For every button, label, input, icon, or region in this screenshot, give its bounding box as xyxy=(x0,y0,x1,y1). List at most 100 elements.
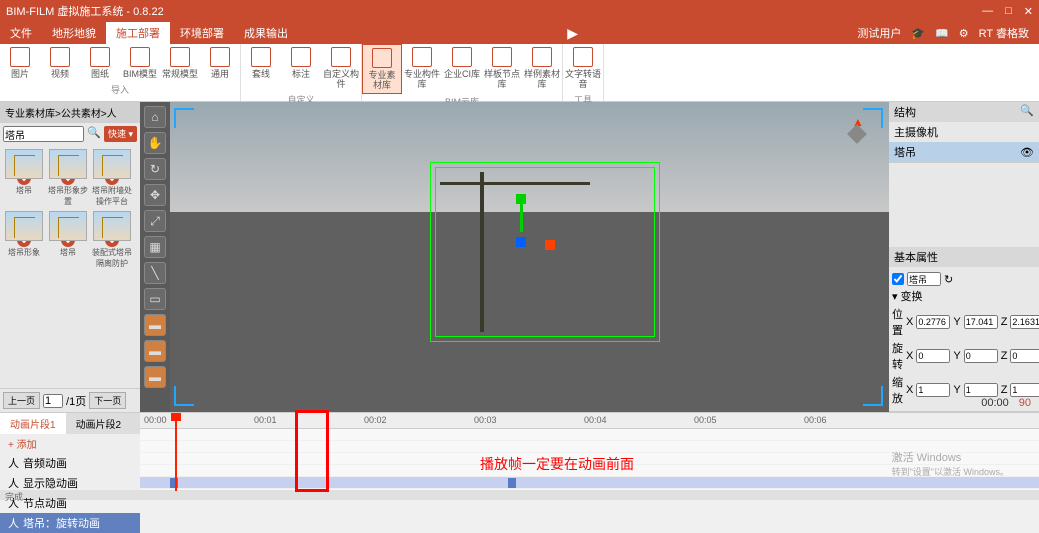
annotation-text: 播放帧一定要在动画前面 xyxy=(480,454,634,474)
page-input[interactable] xyxy=(43,394,63,408)
tree-item-crane[interactable]: 塔吊👁 xyxy=(889,142,1039,162)
asset-thumb[interactable]: ⬇塔吊 xyxy=(4,149,44,207)
ribbon-button[interactable]: 样例素材库 xyxy=(522,44,562,94)
timeline-lane[interactable] xyxy=(140,477,1039,489)
tool-icon[interactable]: ▦ xyxy=(144,236,166,258)
ribbon-button[interactable]: BIM模型 xyxy=(120,44,160,82)
gear-icon[interactable]: ⚙ xyxy=(959,27,969,40)
timeline-track[interactable]: 人音频动画 xyxy=(0,453,140,473)
ribbon-button[interactable]: 企业CI库 xyxy=(442,44,482,94)
asset-thumb[interactable]: ⬇装配式塔吊隔离防护 xyxy=(92,211,132,269)
viewport-3d[interactable]: ⌂ ✋ ↻ ✥ ⤢ ▦ ╲ ▭ ▬ ▬ ▬ ▲ xyxy=(140,102,889,412)
ruler-tick: 00:00 xyxy=(144,415,167,425)
ribbon-button[interactable]: 自定义构件 xyxy=(321,44,361,92)
menu-bar: 文件 地形地貌 施工部署 环境部署 成果输出 ▶ 测试用户 🎓 📖 ⚙ RT 睿… xyxy=(0,22,1039,44)
close-button[interactable]: ✕ xyxy=(1024,5,1033,18)
menu-environment[interactable]: 环境部署 xyxy=(170,22,234,44)
minimize-button[interactable]: — xyxy=(982,5,993,18)
timeline: 动画片段1 动画片段2 + 添加 人音频动画人显示隐动画人节点动画人塔吊：旋转动… xyxy=(0,412,1039,490)
ribbon-button[interactable]: 文字转语音 xyxy=(563,44,603,92)
timeline-tab-2[interactable]: 动画片段2 xyxy=(66,413,132,434)
move-icon[interactable]: ✥ xyxy=(144,184,166,206)
menu-construction[interactable]: 施工部署 xyxy=(106,22,170,44)
box-icon[interactable]: ▭ xyxy=(144,288,166,310)
play-button[interactable]: ▶ xyxy=(567,25,578,42)
ruler-tick: 00:01 xyxy=(254,415,277,425)
asset-thumb[interactable]: ⬇塔吊 xyxy=(48,211,88,269)
book-icon[interactable]: 📖 xyxy=(935,27,949,40)
search-icon[interactable]: 🔍 xyxy=(1020,104,1034,120)
timeline-ruler[interactable]: 00:0000:0100:0200:0300:0400:0500:06 xyxy=(140,413,1039,429)
search-input[interactable] xyxy=(3,126,84,142)
ruler-tick: 00:05 xyxy=(694,415,717,425)
timeline-lane[interactable] xyxy=(140,429,1039,441)
ribbon-button[interactable]: 常规模型 xyxy=(160,44,200,82)
z-input[interactable] xyxy=(1010,315,1039,329)
windows-watermark: 激活 Windows 转到"设置"以激活 Windows。 xyxy=(892,449,1009,478)
ruler-tick: 00:02 xyxy=(364,415,387,425)
window-buttons: — □ ✕ xyxy=(982,5,1033,18)
y-input[interactable] xyxy=(964,349,998,363)
x-input[interactable] xyxy=(916,315,950,329)
title-bar: BIM-FILM 虚拟施工系统 - 0.8.22 — □ ✕ xyxy=(0,0,1039,22)
asset-thumb[interactable]: ⬇塔吊形象 xyxy=(4,211,44,269)
hat-icon[interactable]: 🎓 xyxy=(911,27,925,40)
rotate-icon[interactable]: ↻ xyxy=(144,158,166,180)
name-field[interactable] xyxy=(907,272,941,286)
pager: 上一页 /1页 下一页 xyxy=(0,388,140,412)
search-icon[interactable]: 🔍 xyxy=(87,126,101,142)
quick-filter-button[interactable]: 快速 ▾ xyxy=(104,126,137,142)
keyframe[interactable] xyxy=(508,478,516,488)
layer1-icon[interactable]: ▬ xyxy=(144,314,166,336)
z-input[interactable] xyxy=(1010,383,1039,397)
ribbon-button[interactable]: 视频 xyxy=(40,44,80,82)
ribbon-button[interactable]: 专业素材库 xyxy=(362,44,402,94)
visible-checkbox[interactable] xyxy=(892,272,904,286)
x-input[interactable] xyxy=(916,349,950,363)
timeline-tab-1[interactable]: 动画片段1 xyxy=(0,413,66,434)
frame-corner xyxy=(174,108,194,128)
eye-icon[interactable]: 👁 xyxy=(1020,146,1034,159)
asset-thumb[interactable]: ⬇塔吊形象步置 xyxy=(48,149,88,207)
z-input[interactable] xyxy=(1010,349,1039,363)
refresh-icon[interactable]: ↻ xyxy=(944,273,953,286)
ruler-tick: 00:03 xyxy=(474,415,497,425)
ribbon-button[interactable]: 套线 xyxy=(241,44,281,92)
crane-model[interactable] xyxy=(480,172,484,332)
playhead[interactable] xyxy=(175,413,177,491)
measure-icon[interactable]: ╲ xyxy=(144,262,166,284)
home-icon[interactable]: ⌂ xyxy=(144,106,166,128)
menu-output[interactable]: 成果输出 xyxy=(234,22,298,44)
ribbon-button[interactable]: 专业构件库 xyxy=(402,44,442,94)
breadcrumb[interactable]: 专业素材库>公共素材>人 xyxy=(0,102,140,123)
scale-icon[interactable]: ⤢ xyxy=(144,210,166,232)
maximize-button[interactable]: □ xyxy=(1005,5,1012,18)
ribbon-button[interactable]: 图片 xyxy=(0,44,40,82)
end-frame[interactable]: 90 xyxy=(1019,397,1031,409)
ribbon-button[interactable]: 样板节点库 xyxy=(482,44,522,94)
ribbon-button[interactable]: 通用 xyxy=(200,44,240,82)
add-track-button[interactable]: + 添加 xyxy=(0,434,140,453)
ribbon-button[interactable]: 标注 xyxy=(281,44,321,92)
y-input[interactable] xyxy=(964,315,998,329)
transform-label[interactable]: 变换 xyxy=(901,288,923,304)
menu-terrain[interactable]: 地形地貌 xyxy=(42,22,106,44)
timeline-track[interactable]: 人塔吊：旋转动画 xyxy=(0,513,140,533)
compass-icon[interactable]: ▲ xyxy=(840,117,874,151)
user-label[interactable]: 测试用户 xyxy=(857,25,901,41)
selection-box xyxy=(430,162,660,342)
hand-icon[interactable]: ✋ xyxy=(144,132,166,154)
tree-item-camera[interactable]: 主摄像机 xyxy=(889,122,1039,142)
y-input[interactable] xyxy=(964,383,998,397)
ribbon-button[interactable]: 图纸 xyxy=(80,44,120,82)
page-total: /1页 xyxy=(66,393,86,409)
layer3-icon[interactable]: ▬ xyxy=(144,366,166,388)
menu-file[interactable]: 文件 xyxy=(0,22,42,44)
next-page-button[interactable]: 下一页 xyxy=(89,392,126,409)
ribbon: 图片视频图纸BIM模型常规模型通用导入套线标注自定义构件自定义专业素材库专业构件… xyxy=(0,44,1039,102)
x-input[interactable] xyxy=(916,383,950,397)
asset-thumb[interactable]: ⬇塔吊附墙处操作平台 xyxy=(92,149,132,207)
frame-corner xyxy=(863,386,883,406)
layer2-icon[interactable]: ▬ xyxy=(144,340,166,362)
prev-page-button[interactable]: 上一页 xyxy=(3,392,40,409)
